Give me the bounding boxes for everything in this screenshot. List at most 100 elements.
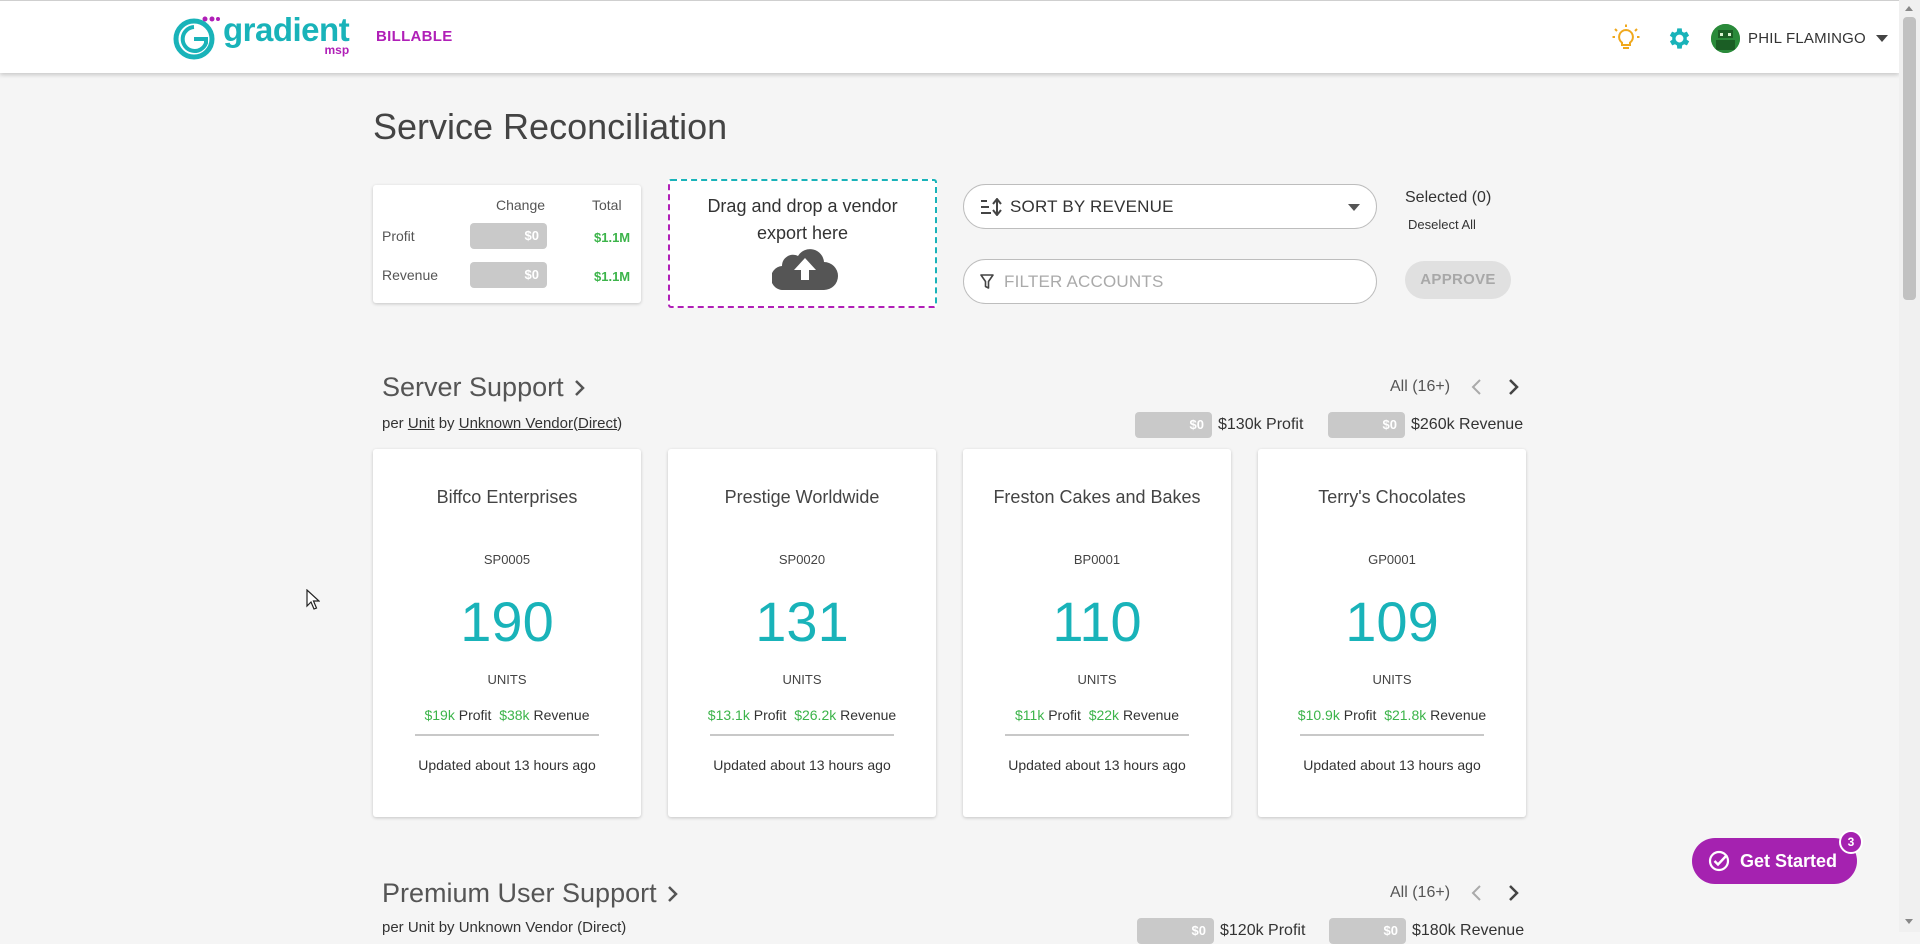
pager-label[interactable]: All (16+) [1390,378,1450,396]
revenue-change-badge: $0 [470,262,547,288]
units-label: UNITS [1077,672,1117,687]
filter-icon [980,273,994,289]
profit-change-badge: $0 [1137,918,1214,944]
chevron-down-icon [1875,35,1888,42]
paren-close: ) [617,415,623,432]
chevron-right-icon[interactable] [1506,884,1520,902]
account-card[interactable]: Terry's Chocolates GP0001 109 UNITS $10.… [1258,449,1526,817]
avatar [1711,24,1740,53]
chevron-left-icon[interactable] [1470,884,1484,902]
card-divider [710,734,894,736]
section-revenue-summary: $0 $180k Revenue [1329,918,1524,944]
card-revenue-word: Revenue [533,707,590,723]
profit-total: $1.1M [594,230,631,245]
approve-button[interactable]: APPROVE [1405,261,1511,299]
account-card[interactable]: Freston Cakes and Bakes BP0001 110 UNITS… [963,449,1231,817]
revenue-change-badge: $0 [1328,412,1405,438]
sub-per: per [382,415,404,432]
logo-word: gradient [223,11,350,48]
lightbulb-icon[interactable] [1612,24,1640,52]
profit-change-badge: $0 [1135,412,1212,438]
account-name: Terry's Chocolates [1318,487,1466,507]
units-value: 190 [460,590,554,653]
card-money: $11k Profit $22k Revenue [963,707,1231,723]
chevron-right-icon [667,885,678,902]
vendor-export-dropzone[interactable]: Drag and drop a vendor export here [668,179,937,308]
section-profit-summary: $0 $120k Profit [1137,918,1305,944]
scroll-down-icon[interactable] [1905,919,1913,924]
card-revenue: $21.8k [1384,707,1427,723]
section-title-premium-user-support[interactable]: Premium User Support [382,878,679,909]
account-code: GP0001 [1368,552,1416,567]
card-profit: $13.1k [707,707,750,723]
page-title: Service Reconciliation [373,106,728,147]
direct-link[interactable]: Direct [578,415,617,432]
card-revenue: $26.2k [794,707,837,723]
revenue-summary-text: $260k Revenue [1411,416,1524,433]
card-profit-word: Profit [1343,707,1377,723]
user-name: PHIL FLAMINGO [1748,30,1866,47]
deselect-all-link[interactable]: Deselect All [1408,217,1476,232]
card-revenue: $22k [1088,707,1120,723]
scroll-up-icon[interactable] [1905,6,1913,11]
check-circle-icon [1708,850,1730,872]
section-title-text: Server Support [382,372,564,402]
units-value: 131 [755,590,849,653]
card-money: $19k Profit $38k Revenue [373,707,641,723]
account-name: Freston Cakes and Bakes [993,487,1201,507]
unit-link[interactable]: Unit [408,415,435,432]
vendor-link[interactable]: Unknown Vendor [459,415,573,432]
card-revenue-word: Revenue [1430,707,1487,723]
sort-select[interactable]: SORT BY REVENUE [963,184,1377,229]
card-revenue-word: Revenue [1122,707,1179,723]
chevron-right-icon [574,379,585,396]
filter-accounts-field[interactable] [963,259,1377,304]
vertical-scrollbar[interactable] [1899,0,1920,932]
units-label: UNITS [782,672,822,687]
card-money: $13.1k Profit $26.2k Revenue [668,707,936,723]
section-pager: All (16+) [1390,884,1520,902]
section-pager: All (16+) [1390,378,1520,396]
pager-label[interactable]: All (16+) [1390,884,1450,902]
total-header: Total [592,197,622,213]
user-menu[interactable]: PHIL FLAMINGO [1711,24,1888,53]
card-profit-word: Profit [753,707,787,723]
gear-icon[interactable] [1666,25,1693,52]
selected-count: Selected (0) [1405,189,1492,206]
account-card[interactable]: Biffco Enterprises SP0005 190 UNITS $19k… [373,449,641,817]
section-revenue-summary: $0 $260k Revenue [1328,412,1523,438]
chevron-left-icon[interactable] [1470,378,1484,396]
profit-summary-text: $130k Profit [1218,416,1304,433]
card-revenue-word: Revenue [840,707,897,723]
card-profit-word: Profit [458,707,492,723]
cloud-upload-icon [772,249,838,290]
get-started-label: Get Started [1740,850,1838,871]
card-updated: Updated about 13 hours ago [418,757,596,773]
card-updated: Updated about 13 hours ago [713,757,891,773]
units-value: 109 [1345,590,1439,653]
units-label: UNITS [487,672,527,687]
account-code: SP0005 [483,552,531,567]
filter-accounts-input[interactable] [1002,270,1362,293]
card-profit-word: Profit [1048,707,1081,723]
change-header: Change [496,197,546,213]
chevron-down-icon [1348,204,1360,211]
totals-card: Change Total Profit $0 $1.1M Revenue $0 … [373,185,641,303]
avatar-image-icon [1711,24,1740,53]
profit-summary-text: $120k Profit [1220,922,1306,939]
account-name: Prestige Worldwide [724,487,880,507]
units-label: UNITS [1372,672,1412,687]
section-subtitle: per Unit by Unknown Vendor(Direct) [382,415,622,432]
revenue-total: $1.1M [594,269,631,284]
sort-icon [981,197,1002,216]
section-title-server-support[interactable]: Server Support [382,372,586,403]
account-name: Biffco Enterprises [436,487,578,507]
sub-by: by [438,415,455,432]
get-started-button[interactable]: Get Started [1692,838,1857,884]
scrollbar-thumb[interactable] [1903,17,1916,300]
chevron-right-icon[interactable] [1506,378,1520,396]
gradient-logo[interactable]: gradient msp [172,11,350,61]
card-updated: Updated about 13 hours ago [1303,757,1481,773]
nav-billable-link[interactable]: BILLABLE [376,28,453,45]
account-card[interactable]: Prestige Worldwide SP0020 131 UNITS $13.… [668,449,936,817]
